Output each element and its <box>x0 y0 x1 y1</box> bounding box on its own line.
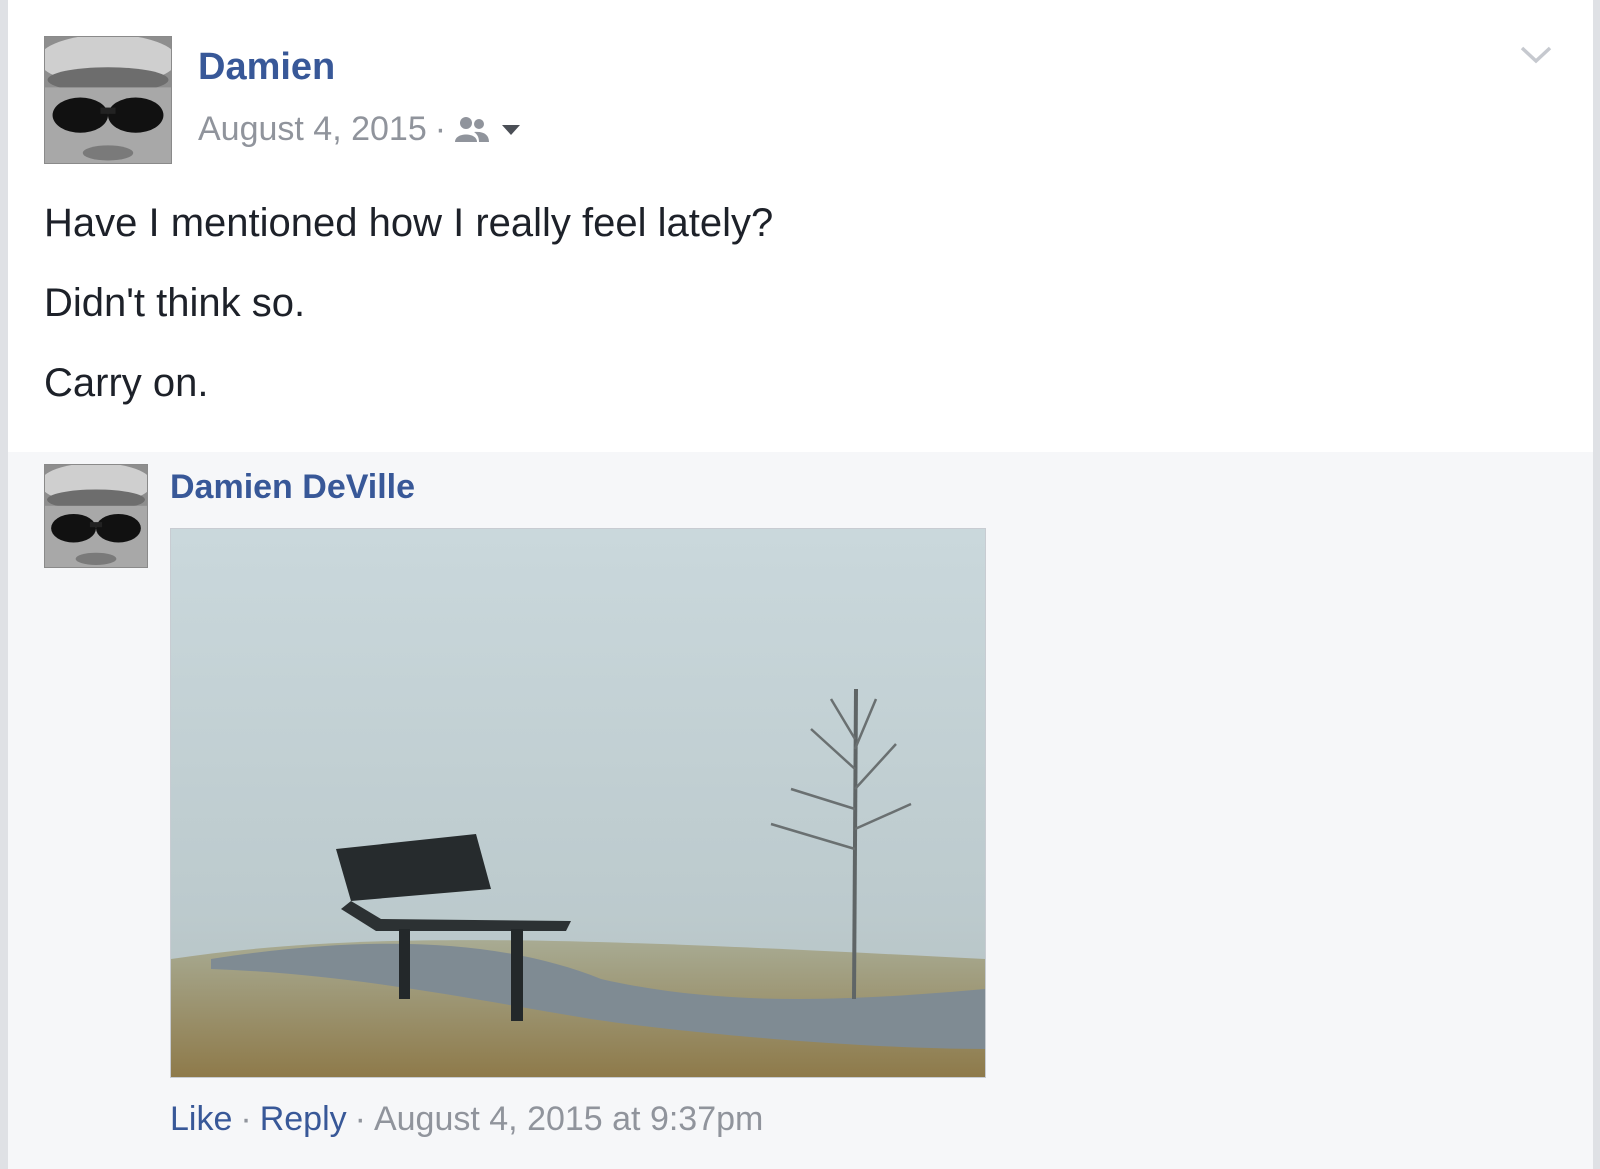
post-date[interactable]: August 4, 2015 <box>198 110 427 149</box>
chevron-down-icon[interactable] <box>1519 44 1553 66</box>
friends-icon[interactable] <box>454 115 490 145</box>
post-line: Carry on. <box>44 361 209 405</box>
post-line: Have I mentioned how I really feel latel… <box>44 201 774 245</box>
meta-separator: · <box>434 110 447 148</box>
post-line: Didn't think so. <box>44 281 306 325</box>
separator-dot: · <box>240 1100 252 1138</box>
author-avatar[interactable] <box>44 36 172 164</box>
like-link[interactable]: Like <box>170 1100 232 1138</box>
post-author-name[interactable]: Damien <box>198 46 335 89</box>
post-meta: August 4, 2015 · <box>198 110 522 149</box>
caret-down-icon[interactable] <box>500 123 522 137</box>
separator-dot: · <box>354 1100 366 1138</box>
post-body: Have I mentioned how I really feel latel… <box>44 200 773 440</box>
comment-timestamp[interactable]: August 4, 2015 at 9:37pm <box>374 1100 763 1138</box>
comments-section: Damien DeVille Like · Reply · August 4, … <box>8 452 1593 1169</box>
comment-actions: Like · Reply · August 4, 2015 at 9:37pm <box>170 1100 763 1139</box>
post-card: Damien August 4, 2015 · Have I mentioned… <box>8 0 1593 1169</box>
reply-link[interactable]: Reply <box>260 1100 347 1138</box>
commenter-avatar[interactable] <box>44 464 148 568</box>
comment-author-name[interactable]: Damien DeVille <box>170 468 415 507</box>
comment-photo[interactable] <box>170 528 986 1078</box>
